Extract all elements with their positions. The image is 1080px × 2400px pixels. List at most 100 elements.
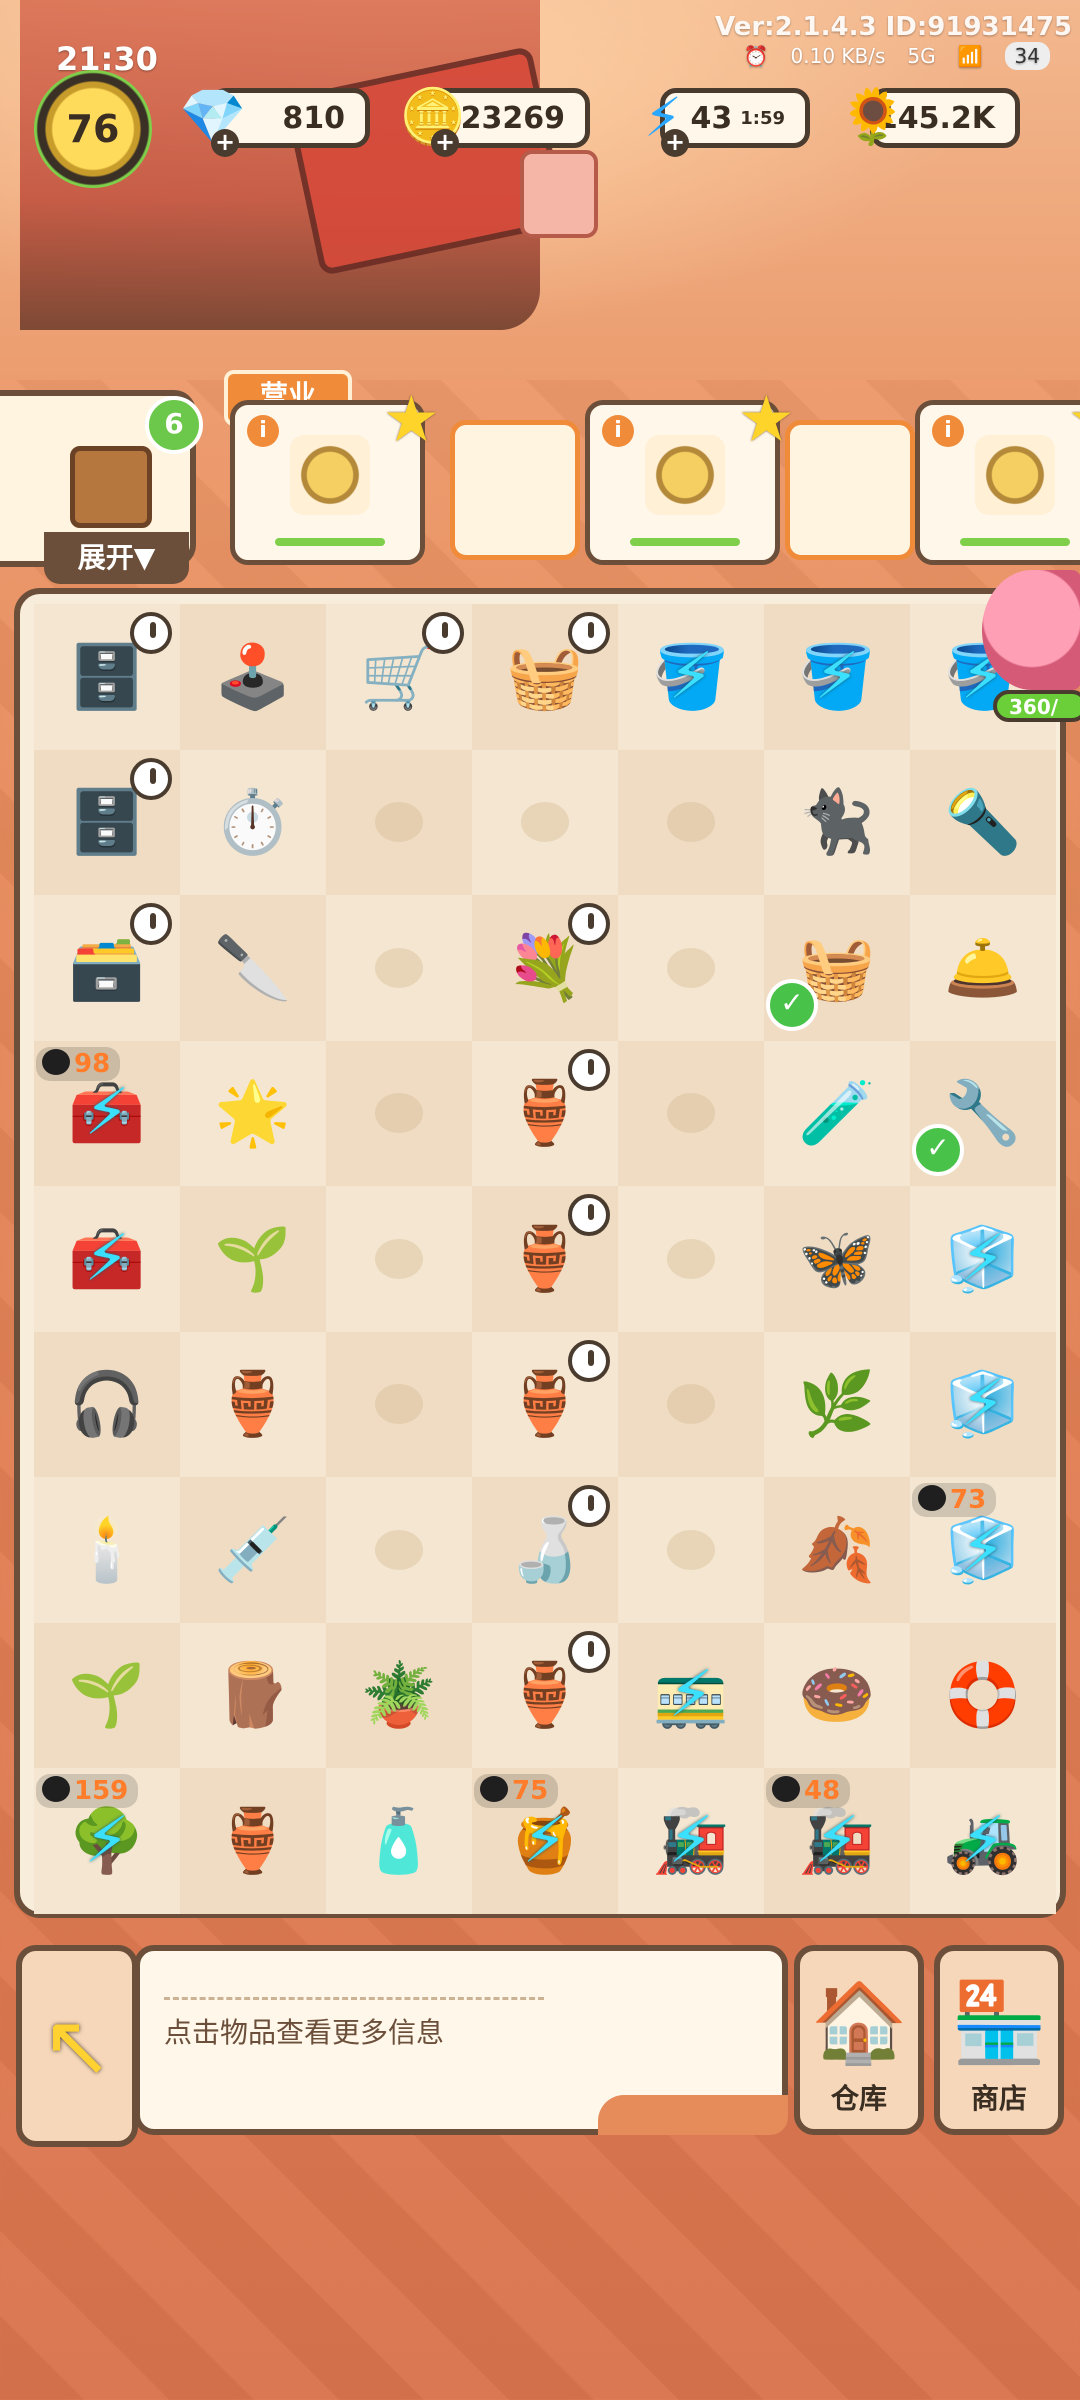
merge-item-icon[interactable]: 🏺	[200, 1788, 306, 1894]
merge-item-icon[interactable]: ⏱️	[200, 769, 306, 875]
board-cell[interactable]	[472, 749, 618, 895]
merge-item-icon[interactable]: 💉	[200, 1497, 306, 1603]
board-cell[interactable]	[326, 1186, 472, 1332]
board-cell[interactable]: 🚃 ⚡	[618, 1622, 764, 1768]
merge-item-icon[interactable]: 🪣	[638, 624, 744, 730]
board-cell[interactable]: 🐈‍⬛	[764, 749, 910, 895]
order-card-1[interactable]: i ★	[230, 383, 440, 565]
board-cell[interactable]	[618, 1186, 764, 1332]
board-cell[interactable]: 🧪	[764, 1040, 910, 1186]
info-icon[interactable]: i	[247, 415, 279, 447]
board-cell[interactable]: 🪣 ⚡	[618, 604, 764, 750]
merge-item-icon[interactable]: 🕯️	[54, 1497, 160, 1603]
board-cell[interactable]: 🌟	[180, 1040, 326, 1186]
merge-item-icon[interactable]: 🧴	[346, 1788, 452, 1894]
board-cell[interactable]: 🏺	[180, 1331, 326, 1477]
merge-item-icon[interactable]: 🧊	[930, 1351, 1036, 1457]
info-icon[interactable]: i	[602, 415, 634, 447]
board-cell[interactable]: 🧊 ⚡ 73	[910, 1477, 1056, 1623]
board-cell[interactable]: 🧴	[326, 1768, 472, 1914]
merge-item-icon[interactable]: 🌟	[200, 1060, 306, 1166]
board-cell[interactable]: 🧰 ⚡ 98	[34, 1040, 180, 1186]
board-cell[interactable]: 🔦	[910, 749, 1056, 895]
board-cell[interactable]: 🧊 ⚡	[910, 1331, 1056, 1477]
board-cell[interactable]	[618, 1040, 764, 1186]
board-cell[interactable]	[618, 895, 764, 1041]
board-cell[interactable]	[326, 895, 472, 1041]
merge-item-icon[interactable]: 🍩	[784, 1642, 890, 1748]
board-cell[interactable]: 🌱	[34, 1622, 180, 1768]
gems-counter[interactable]: 💎 + 810	[179, 85, 370, 157]
merge-item-icon[interactable]: 🧰	[54, 1206, 160, 1312]
board-cell[interactable]: 🍂	[764, 1477, 910, 1623]
board-cell[interactable]: 🗄️	[34, 749, 180, 895]
info-icon[interactable]: i	[932, 415, 964, 447]
merge-item-icon[interactable]: 🎧	[54, 1351, 160, 1457]
board-cell[interactable]: 🔪	[180, 895, 326, 1041]
board-cell[interactable]	[618, 1331, 764, 1477]
board-cell[interactable]: 🎧	[34, 1331, 180, 1477]
board-cell[interactable]: 🪴	[326, 1622, 472, 1768]
board-cell[interactable]: 🛟	[910, 1622, 1056, 1768]
merge-item-icon[interactable]: 🍂	[784, 1497, 890, 1603]
board-cell[interactable]: 💉	[180, 1477, 326, 1623]
merge-item-icon[interactable]: 🔦	[930, 769, 1036, 875]
expand-button[interactable]: 展开▼	[44, 532, 189, 584]
board-cell[interactable]: 🧊 ⚡	[910, 1186, 1056, 1332]
board-cell[interactable]: 💐	[472, 895, 618, 1041]
piggy-bank-icon[interactable]	[982, 570, 1080, 690]
merge-item-icon[interactable]: 🪴	[346, 1642, 452, 1748]
merge-item-icon[interactable]: 🐈‍⬛	[784, 769, 890, 875]
merge-item-icon[interactable]: 🏺	[200, 1351, 306, 1457]
board-cell[interactable]: 🪵	[180, 1622, 326, 1768]
add-coins-icon[interactable]: +	[431, 129, 459, 157]
board-cell[interactable]: 🧰 ⚡	[34, 1186, 180, 1332]
board-cell[interactable]: 🗃️	[34, 895, 180, 1041]
merge-item-icon[interactable]: 🔪	[200, 915, 306, 1021]
board-cell[interactable]: 🚜 ⚡	[910, 1768, 1056, 1914]
board-cell[interactable]: 🏺	[472, 1622, 618, 1768]
order-card-3[interactable]: i ★	[915, 383, 1080, 565]
add-gems-icon[interactable]: +	[211, 129, 239, 157]
board-cell[interactable]: 🦋	[764, 1186, 910, 1332]
order-tag-lanterns[interactable]	[450, 420, 580, 560]
coins-counter[interactable]: 🪙 + 23269	[399, 85, 590, 157]
order-card-2[interactable]: i ★	[585, 383, 795, 565]
merge-item-icon[interactable]: 🧪	[784, 1060, 890, 1166]
merge-item-icon[interactable]: 🌱	[54, 1642, 160, 1748]
player-level-badge[interactable]: 76	[34, 70, 152, 188]
shop-button[interactable]: 🏪 商店	[934, 1945, 1064, 2135]
warehouse-button[interactable]: 🏠 仓库	[794, 1945, 924, 2135]
board-cell[interactable]: 🏺	[180, 1768, 326, 1914]
board-cell[interactable]	[326, 1477, 472, 1623]
merge-item-icon[interactable]: 🛟	[930, 1642, 1036, 1748]
board-cell[interactable]: 🍯 ⚡ 75	[472, 1768, 618, 1914]
merge-item-icon[interactable]: 🧊	[930, 1206, 1036, 1312]
merge-item-icon[interactable]: 🕹️	[200, 624, 306, 730]
board-cell[interactable]	[618, 749, 764, 895]
board-cell[interactable]: 🌱	[180, 1186, 326, 1332]
board-cell[interactable]: 🛎️	[910, 895, 1056, 1041]
board-cell[interactable]: 🍩	[764, 1622, 910, 1768]
board-cell[interactable]	[618, 1477, 764, 1623]
board-cell[interactable]	[326, 749, 472, 895]
board-cell[interactable]: 🌳 ⚡ 159	[34, 1768, 180, 1914]
board-cell[interactable]	[326, 1331, 472, 1477]
board-cell[interactable]: 🕹️	[180, 604, 326, 750]
add-energy-icon[interactable]: +	[661, 129, 689, 157]
board-cell[interactable]: 🏺	[472, 1186, 618, 1332]
board-cell[interactable]: 🏺	[472, 1331, 618, 1477]
board-cell[interactable]: 🏺	[472, 1040, 618, 1186]
board-cell[interactable]: 🚂 ⚡	[618, 1768, 764, 1914]
board-cell[interactable]: ⏱️	[180, 749, 326, 895]
order-tag-lamp[interactable]	[785, 420, 915, 560]
merge-item-icon[interactable]: 🛎️	[930, 915, 1036, 1021]
merge-item-icon[interactable]: 🪵	[200, 1642, 306, 1748]
merge-item-icon[interactable]: 🌱	[200, 1206, 306, 1312]
board-cell[interactable]: 🧺 ✓	[764, 895, 910, 1041]
back-arrow-button[interactable]: ↖	[16, 1945, 138, 2147]
board-cell[interactable]: 🌿	[764, 1331, 910, 1477]
merge-item-icon[interactable]: 🦋	[784, 1206, 890, 1312]
board-cell[interactable]: 🪣 ⚡	[764, 604, 910, 750]
seeds-counter[interactable]: 🌻 145.2K	[839, 85, 1020, 148]
